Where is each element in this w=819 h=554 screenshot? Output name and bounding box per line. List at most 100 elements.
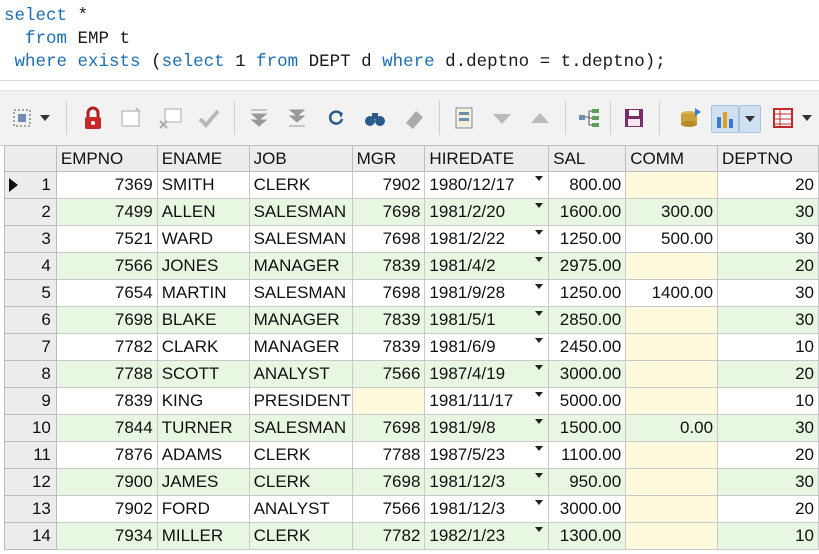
cell-sal[interactable]: 1100.00	[548, 441, 627, 469]
table-row[interactable]: 12 7900 JAMES CLERK 7698 1981/12/3 950.00 30	[4, 468, 819, 496]
cell-deptno[interactable]: 30	[717, 468, 819, 496]
cell-job[interactable]: MANAGER	[248, 306, 353, 334]
cell-deptno[interactable]: 30	[717, 414, 819, 442]
cell-hiredate[interactable]: 1981/2/22	[424, 225, 550, 253]
row-number[interactable]: 9	[4, 387, 57, 415]
cell-comm[interactable]	[625, 171, 719, 199]
cell-empno[interactable]: 7788	[55, 360, 158, 388]
cell-hiredate[interactable]: 1981/12/3	[424, 468, 550, 496]
cell-sal[interactable]: 950.00	[548, 468, 627, 496]
date-dropdown-icon[interactable]	[535, 203, 544, 208]
cell-hiredate[interactable]: 1981/5/1	[424, 306, 550, 334]
date-dropdown-icon[interactable]	[535, 284, 544, 289]
cell-sal[interactable]: 1250.00	[548, 279, 627, 307]
cell-comm[interactable]	[625, 252, 719, 280]
cell-comm[interactable]	[625, 522, 719, 550]
cell-job[interactable]: CLERK	[248, 171, 353, 199]
cell-comm[interactable]	[625, 360, 719, 388]
date-dropdown-icon[interactable]	[535, 446, 544, 451]
cell-hiredate[interactable]: 1982/1/23	[424, 522, 550, 550]
table-row[interactable]: 4 7566 JONES MANAGER 7839 1981/4/2 2975.00 20	[4, 252, 819, 280]
cell-hiredate[interactable]: 1981/6/9	[424, 333, 550, 361]
cell-hiredate[interactable]: 1981/9/28	[424, 279, 550, 307]
date-dropdown-icon[interactable]	[535, 500, 544, 505]
row-number[interactable]: 6	[4, 306, 57, 334]
cell-mgr[interactable]: 7839	[351, 252, 426, 280]
cell-ename[interactable]: ADAMS	[156, 441, 250, 469]
column-header[interactable]: ENAME	[156, 145, 250, 172]
cell-ename[interactable]: MILLER	[156, 522, 250, 550]
table-row[interactable]: 11 7876 ADAMS CLERK 7788 1987/5/23 1100.00 20	[4, 441, 819, 469]
cell-empno[interactable]: 7566	[55, 252, 158, 280]
row-number[interactable]: 11	[4, 441, 57, 469]
grid-select-icon[interactable]	[9, 105, 35, 131]
cell-empno[interactable]: 7521	[55, 225, 158, 253]
column-header[interactable]: COMM	[625, 145, 719, 172]
find-icon[interactable]	[362, 105, 388, 131]
cell-deptno[interactable]: 20	[717, 495, 819, 523]
cell-hiredate[interactable]: 1981/11/17	[424, 387, 550, 415]
row-number[interactable]: 10	[4, 414, 57, 442]
cell-mgr[interactable]: 7566	[351, 495, 426, 523]
table-row[interactable]: 2 7499 ALLEN SALESMAN 7698 1981/2/20 1600.00 30…	[4, 198, 819, 226]
cell-empno[interactable]: 7900	[55, 468, 158, 496]
cell-mgr[interactable]: 7698	[351, 279, 426, 307]
cell-hiredate[interactable]: 1981/2/20	[424, 198, 550, 226]
cell-ename[interactable]: KING	[156, 387, 250, 415]
cell-job[interactable]: PRESIDENT	[248, 387, 353, 415]
chevron-down-icon[interactable]	[798, 105, 816, 131]
new-record-icon[interactable]	[118, 105, 144, 131]
column-header[interactable]: HIREDATE	[424, 145, 550, 172]
cell-ename[interactable]: TURNER	[156, 414, 250, 442]
clear-icon[interactable]	[401, 105, 427, 131]
cell-job[interactable]: SALESMAN	[248, 279, 353, 307]
cell-sal[interactable]: 5000.00	[548, 387, 627, 415]
row-number[interactable]: 7	[4, 333, 57, 361]
date-dropdown-icon[interactable]	[535, 257, 544, 262]
cell-comm[interactable]: 1400.00	[625, 279, 719, 307]
row-number-header[interactable]	[4, 145, 57, 172]
sql-line-3[interactable]: where exists (select 1 from DEPT d where…	[4, 51, 666, 74]
cell-deptno[interactable]: 30	[717, 306, 819, 334]
row-number[interactable]: 3	[4, 225, 57, 253]
cell-hiredate[interactable]: 1980/12/17	[424, 171, 550, 199]
cell-ename[interactable]: FORD	[156, 495, 250, 523]
cell-job[interactable]: CLERK	[248, 468, 353, 496]
cell-mgr[interactable]: 7782	[351, 522, 426, 550]
post-icon[interactable]	[196, 105, 222, 131]
cell-mgr[interactable]	[351, 387, 426, 415]
cell-ename[interactable]: JAMES	[156, 468, 250, 496]
table-row[interactable]: 6 7698 BLAKE MANAGER 7839 1981/5/1 2850.00 30	[4, 306, 819, 334]
cell-job[interactable]: CLERK	[248, 522, 353, 550]
cell-job[interactable]: SALESMAN	[248, 198, 353, 226]
cell-ename[interactable]: SMITH	[156, 171, 250, 199]
table-options-icon[interactable]	[770, 105, 796, 131]
cell-hiredate[interactable]: 1987/5/23	[424, 441, 550, 469]
row-number[interactable]: 13	[4, 495, 57, 523]
table-row[interactable]: 9 7839 KING PRESIDENT 1981/11/17 5000.00 10	[4, 387, 819, 415]
cell-ename[interactable]: JONES	[156, 252, 250, 280]
cell-hiredate[interactable]: 1981/4/2	[424, 252, 550, 280]
sql-line-1[interactable]: select *	[4, 5, 88, 28]
refresh-icon[interactable]	[323, 105, 349, 131]
cell-job[interactable]: SALESMAN	[248, 225, 353, 253]
cell-comm[interactable]	[625, 468, 719, 496]
form-view-icon[interactable]	[451, 105, 477, 131]
chart-dropdown-icon[interactable]	[739, 105, 761, 133]
cell-mgr[interactable]: 7698	[351, 198, 426, 226]
cell-mgr[interactable]: 7902	[351, 171, 426, 199]
sql-editor[interactable]: select * from EMP t where exists (select…	[0, 0, 819, 81]
cell-mgr[interactable]: 7566	[351, 360, 426, 388]
chart-icon[interactable]	[711, 105, 739, 133]
cell-comm[interactable]	[625, 441, 719, 469]
sort-asc-icon[interactable]	[527, 105, 553, 131]
cell-sal[interactable]: 2850.00	[548, 306, 627, 334]
cell-job[interactable]: SALESMAN	[248, 414, 353, 442]
cell-deptno[interactable]: 10	[717, 333, 819, 361]
row-number[interactable]: 4	[4, 252, 57, 280]
cell-hiredate[interactable]: 1987/4/19	[424, 360, 550, 388]
cell-empno[interactable]: 7698	[55, 306, 158, 334]
cell-empno[interactable]: 7782	[55, 333, 158, 361]
cell-comm[interactable]	[625, 495, 719, 523]
date-dropdown-icon[interactable]	[535, 338, 544, 343]
